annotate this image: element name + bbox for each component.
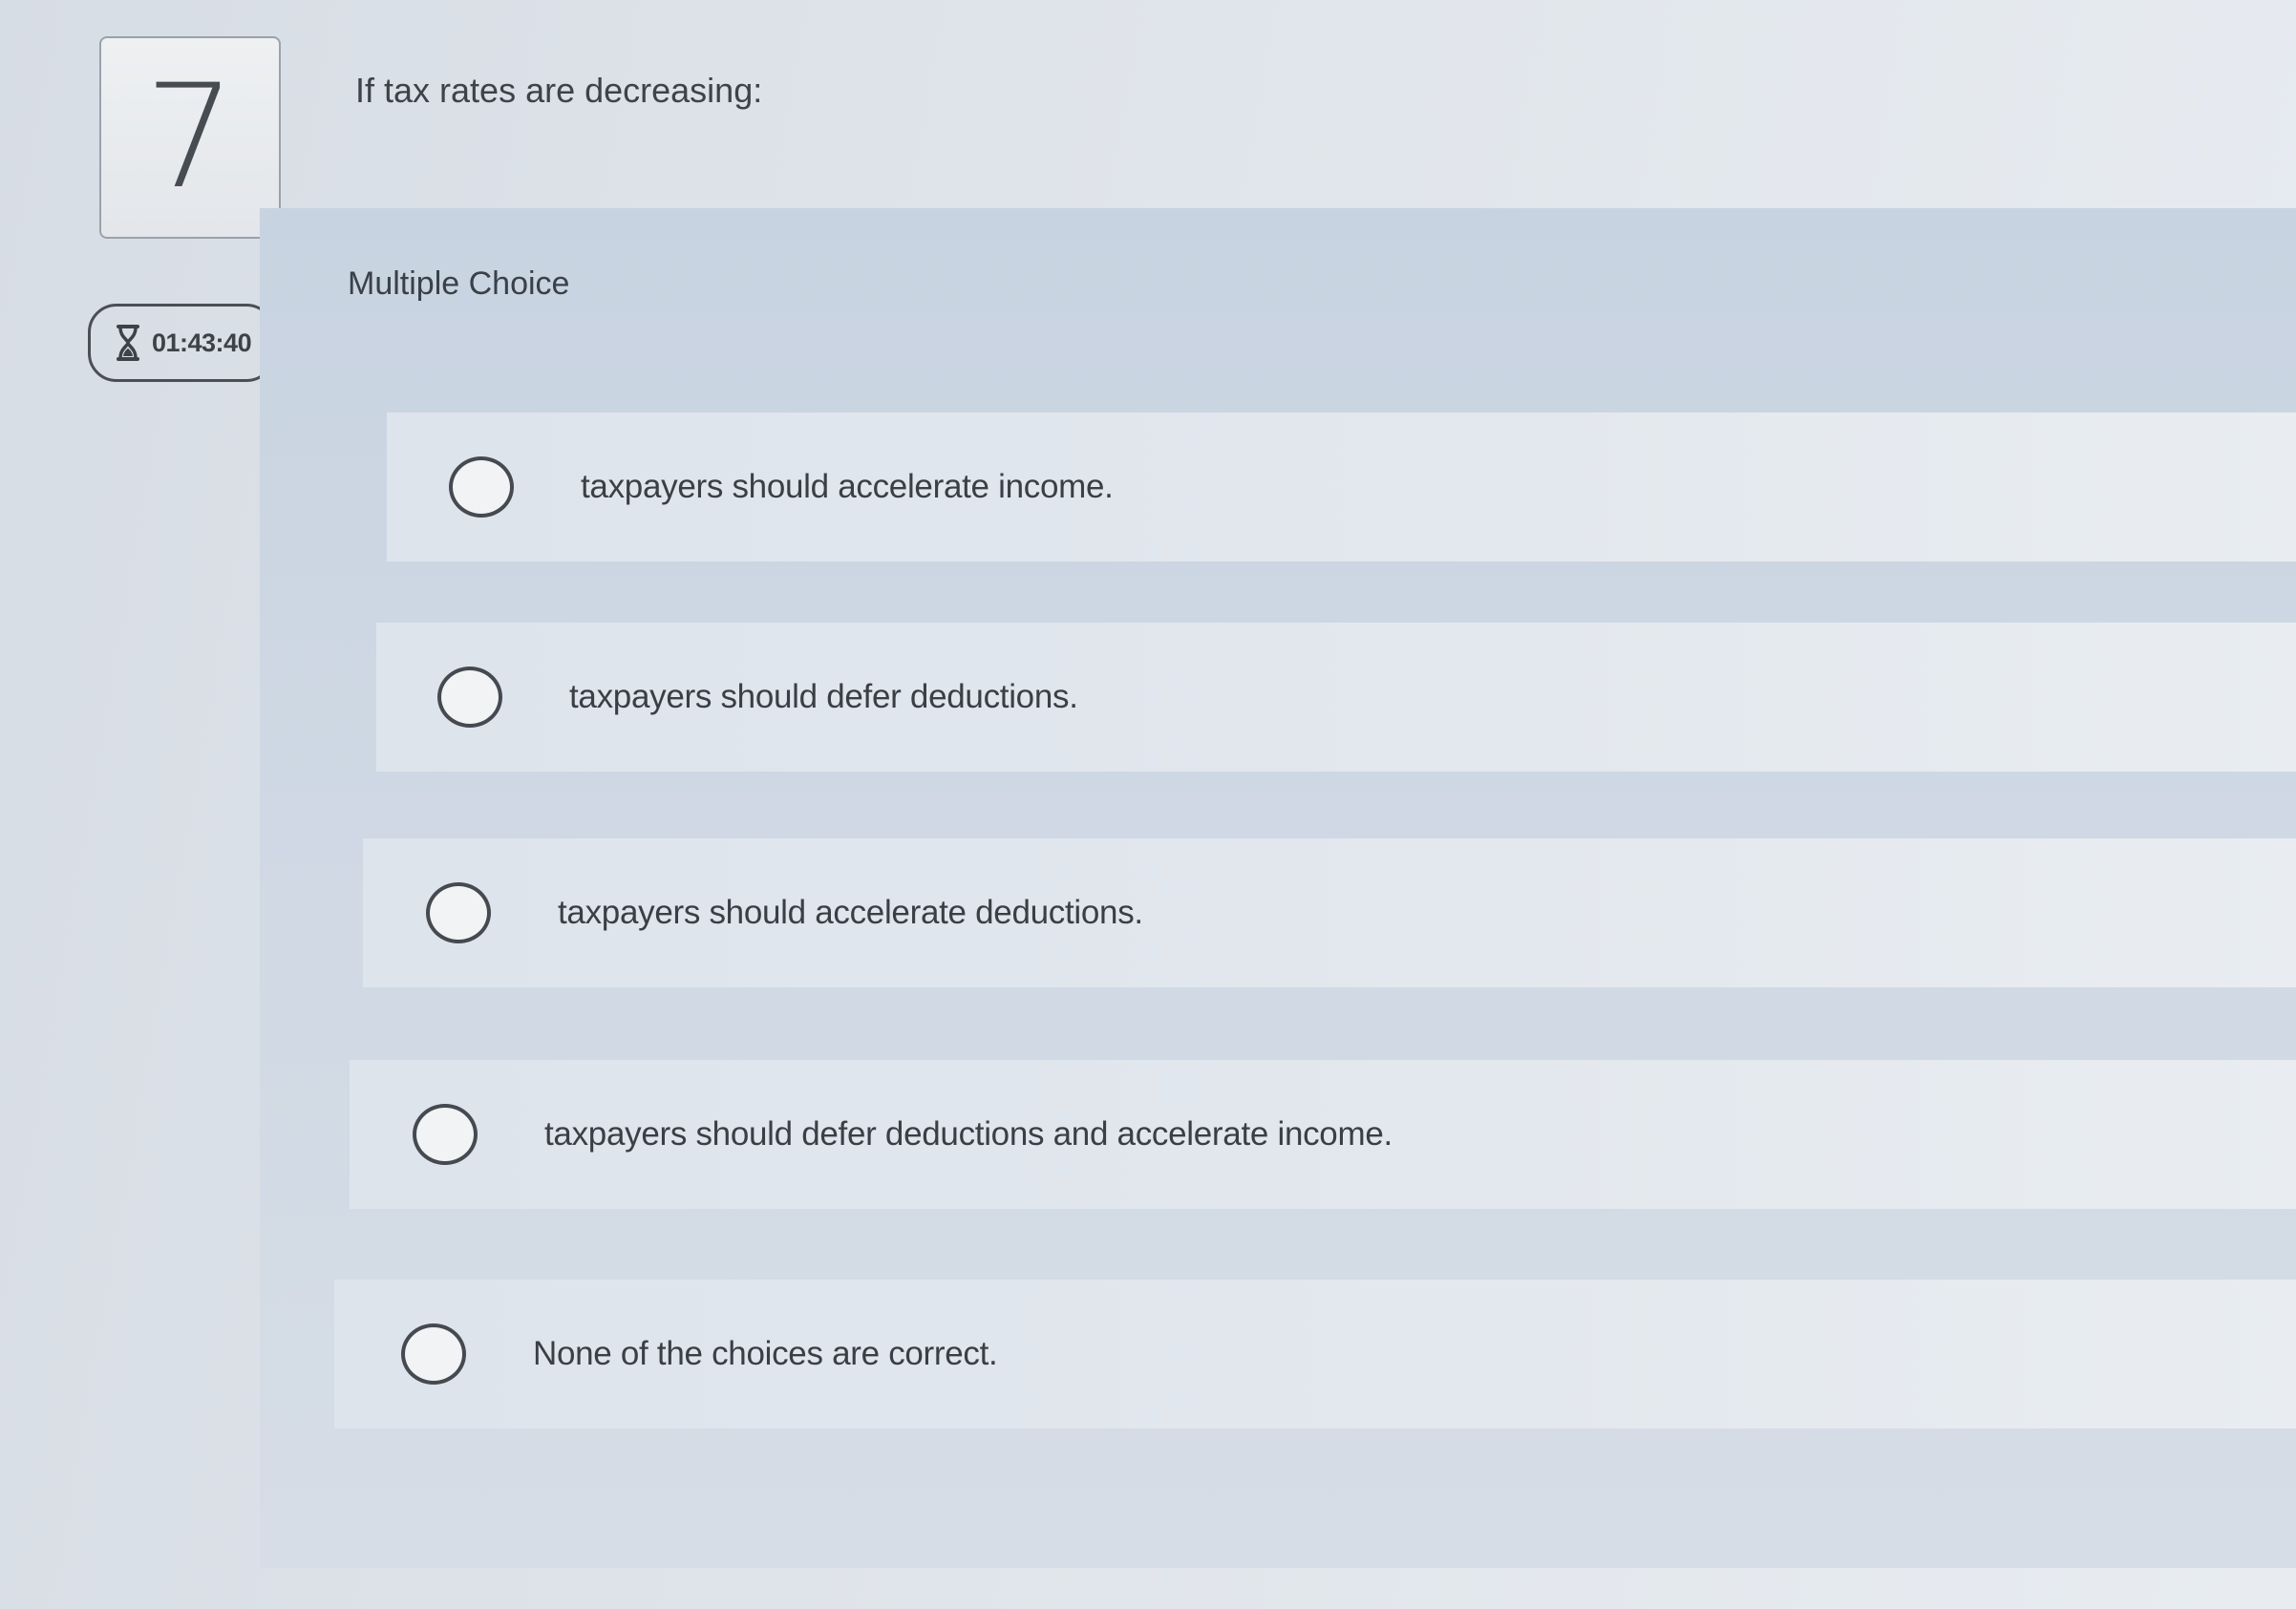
question-number: 7 — [144, 54, 236, 221]
radio-button[interactable] — [401, 1323, 466, 1385]
option-label: taxpayers should defer deductions. — [569, 678, 1078, 715]
radio-button[interactable] — [437, 667, 502, 728]
question-prompt: If tax rates are decreasing: — [355, 71, 763, 110]
panel-header: Multiple Choice — [348, 265, 570, 302]
timer-value: 01:43:40 — [152, 328, 252, 357]
option-label: taxpayers should accelerate income. — [581, 468, 1114, 505]
answer-option-2[interactable]: taxpayers should defer deductions. — [376, 623, 2296, 772]
option-label: None of the choices are correct. — [533, 1335, 998, 1372]
radio-button[interactable] — [449, 456, 514, 518]
option-label: taxpayers should accelerate deductions. — [558, 894, 1143, 931]
radio-button[interactable] — [426, 882, 491, 943]
answer-option-4[interactable]: taxpayers should defer deductions and ac… — [350, 1060, 2296, 1209]
hourglass-icon — [116, 324, 140, 362]
question-number-box: 7 — [99, 36, 281, 239]
radio-button[interactable] — [413, 1104, 478, 1165]
option-label: taxpayers should defer deductions and ac… — [544, 1115, 1392, 1153]
timer-badge[interactable]: 01:43:40 — [88, 304, 275, 382]
answer-option-5[interactable]: None of the choices are correct. — [334, 1280, 2296, 1429]
answer-option-3[interactable]: taxpayers should accelerate deductions. — [363, 838, 2296, 987]
answer-option-1[interactable]: taxpayers should accelerate income. — [387, 413, 2296, 561]
